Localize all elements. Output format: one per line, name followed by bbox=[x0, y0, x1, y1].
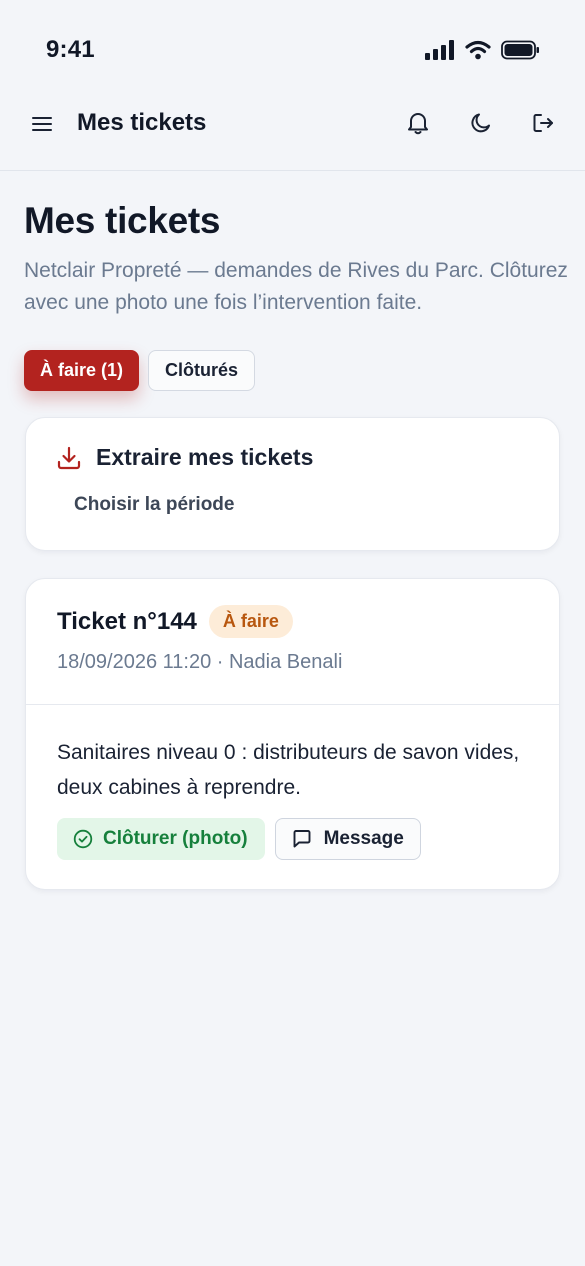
choose-period-button[interactable]: Choisir la période bbox=[74, 494, 234, 516]
status-bar: 9:41 bbox=[0, 0, 585, 96]
wifi-icon bbox=[465, 40, 491, 60]
ticket-header: Ticket n°144 À faire bbox=[57, 605, 293, 638]
header-title: Mes tickets bbox=[77, 109, 207, 136]
tab-todo[interactable]: À faire (1) bbox=[24, 350, 140, 391]
message-label: Message bbox=[323, 828, 404, 849]
status-badge: À faire bbox=[208, 605, 293, 638]
ticket-meta: 18/09/2026 11:20 · Nadia Benali bbox=[57, 651, 343, 673]
export-card: Extraire mes tickets Choisir la période bbox=[25, 417, 560, 551]
moon-icon[interactable] bbox=[468, 110, 494, 136]
status-time: 9:41 bbox=[46, 36, 95, 63]
status-icons bbox=[425, 40, 541, 60]
filter-tabs: À faire (1) Clôturés bbox=[24, 350, 256, 391]
export-title: Extraire mes tickets bbox=[96, 444, 314, 470]
logout-icon[interactable] bbox=[530, 110, 556, 136]
ticket-actions: Clôturer (photo) Message bbox=[57, 818, 421, 860]
tab-closed[interactable]: Clôturés bbox=[148, 350, 256, 391]
battery-icon bbox=[501, 40, 541, 60]
close-ticket-button[interactable]: Clôturer (photo) bbox=[57, 818, 265, 860]
page-subtitle: Netclair Propreté — demandes de Rives du… bbox=[24, 259, 568, 314]
message-button[interactable]: Message bbox=[274, 818, 421, 860]
bell-icon[interactable] bbox=[405, 110, 431, 136]
check-circle-icon bbox=[73, 829, 93, 849]
divider bbox=[26, 704, 559, 705]
message-icon bbox=[292, 829, 312, 849]
signal-icon bbox=[425, 40, 455, 60]
export-header[interactable]: Extraire mes tickets bbox=[56, 444, 313, 471]
ticket-card: Ticket n°144 À faire 18/09/2026 11:20 · … bbox=[25, 578, 560, 890]
menu-icon[interactable] bbox=[30, 112, 54, 136]
ticket-description: Sanitaires niveau 0 : distributeurs de s… bbox=[57, 741, 520, 799]
ticket-title: Ticket n°144 bbox=[57, 607, 197, 635]
app-header: Mes tickets bbox=[0, 96, 585, 171]
page-title: Mes tickets bbox=[24, 200, 221, 241]
download-icon bbox=[56, 445, 82, 471]
close-ticket-label: Clôturer (photo) bbox=[103, 828, 248, 849]
